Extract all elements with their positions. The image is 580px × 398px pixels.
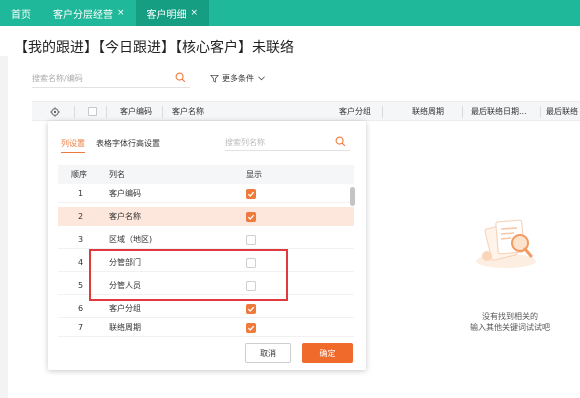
column-header-code[interactable]: 客户编码 [120, 102, 152, 122]
show-checkbox[interactable] [246, 212, 256, 222]
page-title: 【我的跟进】【今日跟进】【核心客户】未联络 [14, 40, 294, 56]
show-checkbox[interactable] [246, 281, 256, 291]
column-row[interactable]: 4 分管部门 [58, 253, 354, 272]
show-checkbox[interactable] [246, 258, 256, 268]
column-row[interactable]: 5 分管人员 [58, 276, 354, 295]
check-icon [247, 191, 255, 197]
row-order: 5 [78, 281, 84, 290]
empty-state-line-2: 输入其他关键词试试吧 [470, 323, 550, 332]
column-row[interactable]: 7 联络周期 [58, 318, 354, 337]
show-checkbox[interactable] [246, 235, 256, 245]
row-name: 联络周期 [109, 323, 141, 332]
column-search-input[interactable] [225, 135, 330, 149]
close-icon[interactable]: × [117, 8, 125, 18]
row-order: 7 [78, 323, 84, 332]
tab-column-settings[interactable]: 列设置 [61, 138, 85, 153]
tab-customer-layering[interactable]: 客户分层经营 × [42, 0, 136, 26]
tab-font-row-height[interactable]: 表格字体行高设置 [96, 138, 160, 149]
row-name: 客户名称 [109, 212, 141, 221]
tab-customer-detail[interactable]: 客户明细 × [135, 0, 210, 26]
row-name: 区域（地区) [109, 235, 153, 244]
divider [462, 106, 463, 118]
search-box [32, 70, 190, 88]
column-search-box [225, 135, 350, 151]
column-row-selected[interactable]: 2 客户名称 [58, 207, 354, 226]
show-checkbox[interactable] [246, 189, 256, 199]
table-header: 客户编码 客户名称 客户分组 联络周期 最后联络日期... 最后联络 [32, 101, 580, 121]
empty-state-line-1: 没有找到相关的 [482, 312, 538, 321]
column-header-last-date[interactable]: 最后联络日期... [471, 102, 527, 122]
column-header-name[interactable]: 客户名称 [172, 102, 204, 122]
divider [540, 106, 541, 118]
left-strip [0, 56, 8, 398]
more-filters-label: 更多条件 [222, 74, 254, 83]
divider [162, 106, 163, 118]
column-header-group[interactable]: 客户分组 [339, 102, 371, 122]
header-order: 顺序 [71, 170, 87, 179]
tab-label: 客户明细 [146, 9, 187, 21]
empty-search-illustration-icon [476, 219, 536, 268]
empty-state-illustration [468, 214, 548, 272]
chevron-down-icon [258, 76, 265, 81]
row-order: 1 [78, 189, 84, 198]
select-all-checkbox[interactable] [88, 107, 97, 116]
header-show: 显示 [246, 170, 262, 179]
row-name: 分管部门 [109, 258, 141, 267]
show-checkbox[interactable] [246, 323, 256, 333]
confirm-button[interactable]: 确定 [302, 343, 353, 363]
column-header-last-contact[interactable]: 最后联络 [546, 102, 578, 122]
row-order: 3 [78, 235, 84, 244]
search-icon[interactable] [335, 136, 346, 147]
divider [106, 106, 107, 118]
search-icon[interactable] [175, 72, 186, 83]
row-name: 客户编码 [109, 189, 141, 198]
search-input[interactable] [32, 70, 172, 86]
gear-icon[interactable] [50, 107, 60, 117]
tab-label: 客户分层经营 [53, 9, 113, 21]
column-row[interactable]: 3 区域（地区) [58, 230, 354, 249]
column-list-header: 顺序 列名 显示 [58, 165, 354, 184]
tab-label: 首页 [11, 9, 31, 21]
row-order: 2 [78, 212, 84, 221]
divider [382, 106, 383, 118]
row-name: 客户分组 [109, 304, 141, 313]
column-header-cycle[interactable]: 联络周期 [412, 102, 444, 122]
row-order: 4 [78, 258, 84, 267]
tab-bar: 首页 客户分层经营 × 客户明细 × [0, 0, 580, 26]
column-row[interactable]: 1 客户编码 [58, 184, 354, 203]
cancel-button[interactable]: 取消 [245, 343, 291, 363]
more-filters-button[interactable]: 更多条件 [210, 73, 269, 84]
divider [74, 106, 75, 118]
column-row[interactable]: 6 客户分组 [58, 299, 354, 318]
column-settings-panel: 列设置 表格字体行高设置 顺序 列名 显示 1 客户编码 2 客户名称 3 区域… [48, 121, 366, 370]
check-icon [247, 325, 255, 331]
tab-home[interactable]: 首页 [0, 0, 42, 26]
filter-icon [210, 74, 219, 83]
row-order: 6 [78, 304, 84, 313]
empty-state-text: 没有找到相关的 输入其他关键词试试吧 [450, 311, 570, 333]
show-checkbox[interactable] [246, 304, 256, 314]
check-icon [247, 306, 255, 312]
check-icon [247, 214, 255, 220]
close-icon[interactable]: × [191, 8, 199, 18]
row-name: 分管人员 [109, 281, 141, 290]
header-name: 列名 [109, 170, 125, 179]
scrollbar-thumb[interactable] [350, 187, 355, 206]
scrollbar-track[interactable] [350, 184, 355, 336]
